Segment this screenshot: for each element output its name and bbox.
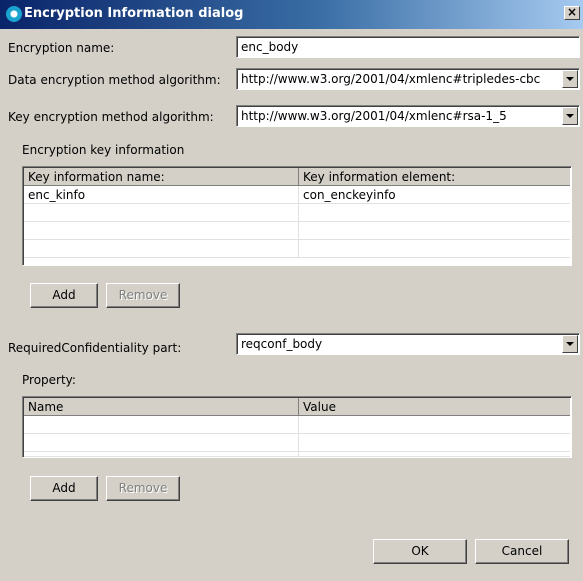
key-info-group-label: Encryption key information [22, 143, 185, 157]
table-cell [24, 222, 299, 239]
data-method-select[interactable]: http://www.w3.org/2001/04/xmlenc#tripled… [236, 68, 580, 90]
key-info-add-button[interactable]: Add [30, 283, 98, 308]
table-row[interactable] [24, 204, 570, 222]
table-cell [299, 204, 570, 221]
property-remove-button[interactable]: Remove [106, 476, 180, 501]
table-row[interactable] [24, 240, 570, 258]
cancel-button[interactable]: Cancel [475, 539, 569, 564]
chevron-down-icon[interactable] [562, 70, 578, 88]
data-method-value: http://www.w3.org/2001/04/xmlenc#tripled… [241, 72, 541, 86]
table-cell [299, 416, 570, 433]
table-row[interactable] [24, 452, 570, 457]
ok-button[interactable]: OK [373, 539, 467, 564]
property-add-button[interactable]: Add [30, 476, 98, 501]
table-row[interactable]: enc_kinfo con_enckeyinfo [24, 186, 570, 204]
column-header[interactable]: Value [299, 398, 570, 415]
table-cell: con_enckeyinfo [303, 188, 396, 202]
title-bar: Encryption Information dialog × [0, 0, 583, 29]
table-row[interactable] [24, 434, 570, 452]
table-cell [24, 204, 299, 221]
column-header[interactable]: Key information name: [24, 168, 299, 185]
data-method-label: Data encryption method algorithm: [8, 73, 221, 87]
table-cell [24, 434, 299, 451]
close-button[interactable]: × [564, 6, 580, 20]
key-method-value: http://www.w3.org/2001/04/xmlenc#rsa-1_5 [241, 109, 507, 123]
table-cell [24, 416, 299, 433]
key-info-remove-button[interactable]: Remove [106, 283, 180, 308]
required-part-value: reqconf_body [241, 337, 323, 351]
encryption-name-input[interactable]: enc_body [236, 36, 580, 58]
required-part-label: RequiredConfidentiality part: [8, 341, 182, 355]
encryption-information-dialog: Encryption Information dialog × Encrypti… [0, 0, 583, 581]
table-cell [299, 222, 570, 239]
property-group-label: Property: [22, 373, 76, 387]
chevron-down-icon[interactable] [562, 107, 578, 125]
key-info-table-header: Key information name: Key information el… [24, 168, 570, 186]
table-cell [299, 452, 570, 457]
table-cell [24, 240, 299, 257]
key-method-label: Key encryption method algorithm: [8, 110, 214, 124]
column-header[interactable]: Name [24, 398, 299, 415]
app-icon [6, 6, 22, 22]
table-cell [24, 452, 299, 457]
column-header[interactable]: Key information element: [299, 168, 570, 185]
property-table-header: Name Value [24, 398, 570, 416]
table-cell: enc_kinfo [24, 186, 299, 203]
chevron-down-icon[interactable] [562, 335, 578, 353]
window-title: Encryption Information dialog [24, 6, 244, 21]
table-row[interactable] [24, 416, 570, 434]
table-row[interactable] [24, 222, 570, 240]
table-cell [299, 434, 570, 451]
key-info-table[interactable]: Key information name: Key information el… [22, 166, 572, 266]
encryption-name-label: Encryption name: [8, 41, 115, 55]
required-part-select[interactable]: reqconf_body [236, 333, 580, 355]
key-method-select[interactable]: http://www.w3.org/2001/04/xmlenc#rsa-1_5 [236, 105, 580, 127]
table-cell [299, 240, 570, 257]
property-table[interactable]: Name Value [22, 396, 572, 458]
